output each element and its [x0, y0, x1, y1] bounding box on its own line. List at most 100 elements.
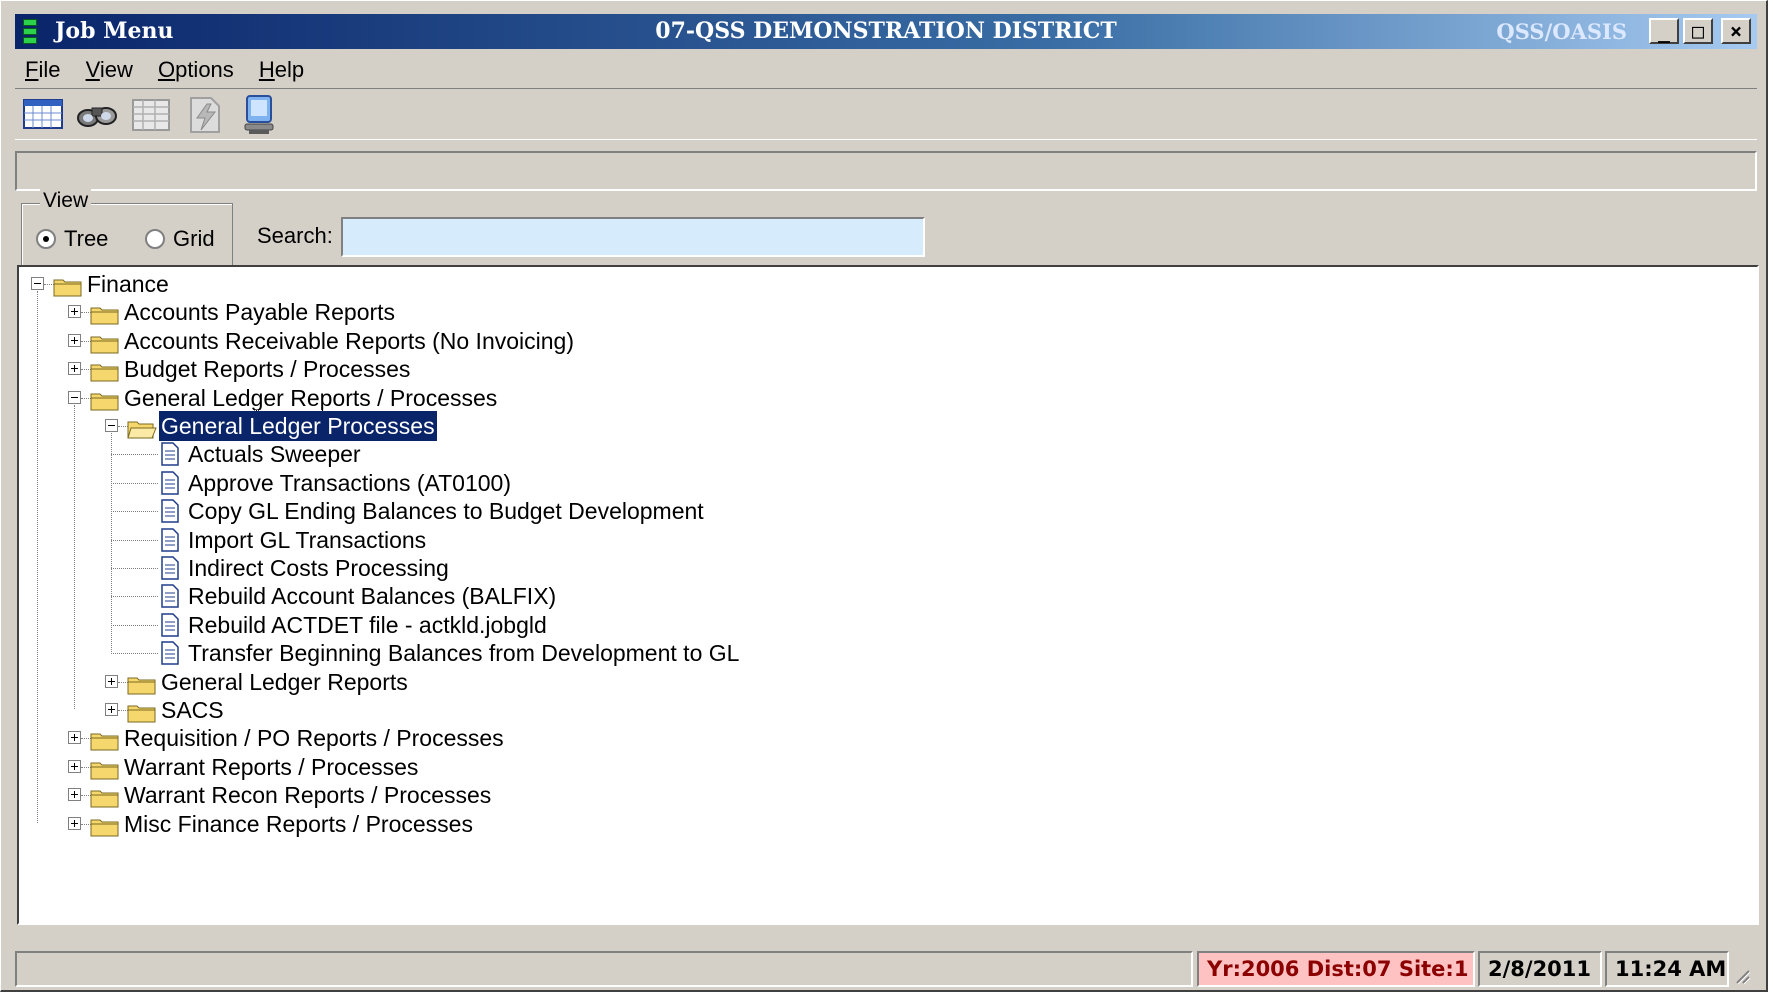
tree-node-label: Indirect Costs Processing: [188, 555, 449, 581]
tree-node-label: Copy GL Ending Balances to Budget Develo…: [188, 498, 704, 525]
tree-node-label: Approve Transactions (AT0100): [188, 469, 512, 496]
tree-node-label: Warrant Reports / Processes: [124, 753, 419, 780]
menu-help[interactable]: Help: [259, 53, 304, 87]
tree-job-node[interactable]: Approve Transactions (AT0100): [19, 468, 1719, 498]
view-group: View Tree Grid: [21, 189, 233, 267]
folder-icon: [90, 388, 120, 411]
tree-node-label: Import GL Transactions: [188, 526, 427, 553]
folder-icon: [90, 814, 120, 837]
tree-node-label: Budget Reports / Processes: [124, 356, 411, 383]
tree-folder-node[interactable]: Finance: [19, 269, 1719, 299]
tree-node-label: Rebuild ACTDET file - actkld.jobgld: [188, 611, 547, 638]
toolbar: [15, 88, 1757, 140]
tree-connector: [111, 539, 158, 542]
tree-connector: [111, 482, 158, 485]
title-bar[interactable]: Job Menu 07-QSS DEMONSTRATION DISTRICT Q…: [15, 14, 1757, 49]
document-icon: [160, 527, 180, 552]
lightning-document-icon[interactable]: [183, 94, 229, 136]
document-icon: [160, 471, 180, 495]
close-button[interactable]: ×: [1721, 18, 1751, 44]
computer-monitor-icon[interactable]: [237, 94, 283, 136]
tree-connector: [111, 624, 158, 627]
tree-folder-node[interactable]: Misc Finance Reports / Processes: [19, 809, 1719, 839]
grid-radio-label: Grid: [173, 226, 215, 251]
tree-job-node[interactable]: Rebuild Account Balances (BALFIX): [19, 581, 1719, 611]
expand-plus-icon[interactable]: [68, 816, 81, 830]
search-input[interactable]: [341, 217, 925, 257]
tree-radio[interactable]: Tree: [36, 226, 108, 252]
tree-job-node[interactable]: Copy GL Ending Balances to Budget Develo…: [19, 496, 1719, 526]
binoculars-icon[interactable]: [75, 94, 121, 136]
tree-node-label: Rebuild Account Balances (BALFIX): [188, 583, 557, 610]
collapse-minus-icon[interactable]: [31, 277, 44, 290]
tree-job-node[interactable]: Rebuild ACTDET file - actkld.jobgld: [19, 610, 1719, 640]
spreadsheet-icon[interactable]: [129, 94, 175, 136]
collapse-minus-icon[interactable]: [68, 390, 81, 404]
menu-view[interactable]: View: [86, 53, 133, 87]
expand-plus-icon[interactable]: [68, 362, 81, 376]
tree-folder-node[interactable]: Warrant Reports / Processes: [19, 752, 1719, 782]
tree-folder-node[interactable]: General Ledger Processes: [19, 410, 1719, 442]
radio-unselected-icon[interactable]: [145, 229, 165, 249]
tree-folder-node[interactable]: Accounts Payable Reports: [19, 297, 1719, 327]
tree-guide-line: [111, 433, 113, 653]
grid-radio[interactable]: Grid: [145, 226, 215, 252]
tree-folder-node[interactable]: Accounts Receivable Reports (No Invoicin…: [19, 326, 1719, 356]
document-icon: [160, 613, 180, 637]
maximize-button[interactable]: □: [1683, 18, 1713, 44]
radio-selected-icon[interactable]: [36, 229, 56, 249]
folder-icon: [127, 700, 157, 723]
tree-folder-node[interactable]: General Ledger Reports / Processes: [19, 383, 1719, 413]
expand-plus-icon[interactable]: [68, 731, 81, 745]
document-icon: [160, 584, 180, 609]
folder-icon: [90, 757, 120, 780]
tree-node-label: Accounts Payable Reports: [124, 299, 396, 326]
tree-job-node[interactable]: Indirect Costs Processing: [19, 553, 1719, 583]
tree-connector: [111, 511, 158, 513]
job-tree[interactable]: Finance Accounts Payable Reports Accounts …: [17, 265, 1759, 925]
tree-node-label: SACS: [161, 697, 224, 723]
tree-folder-node[interactable]: Requisition / PO Reports / Processes: [19, 723, 1719, 753]
tree-node-label: General Ledger Reports / Processes: [124, 384, 498, 411]
menu-file[interactable]: File: [25, 53, 60, 87]
tree-job-node[interactable]: Transfer Beginning Balances from Develop…: [19, 638, 1719, 668]
tree-node-label: General Ledger Processes: [158, 410, 438, 442]
expand-plus-icon[interactable]: [105, 674, 118, 688]
folder-icon: [90, 728, 120, 751]
tree-node-label: Requisition / PO Reports / Processes: [124, 725, 504, 752]
message-strip: [15, 151, 1757, 191]
tree-connector: [111, 596, 158, 598]
menu-bar: File View Options Help: [15, 53, 314, 87]
job-menu-window: Job Menu 07-QSS DEMONSTRATION DISTRICT Q…: [0, 0, 1768, 992]
status-date-pane: 2/8/2011: [1478, 951, 1602, 987]
folder-icon: [127, 672, 157, 695]
minimize-button[interactable]: _: [1649, 18, 1679, 44]
tree-connector: [111, 568, 158, 570]
tree-folder-node[interactable]: SACS: [19, 695, 1719, 725]
expand-plus-icon[interactable]: [68, 333, 81, 347]
tree-connector: [111, 454, 158, 456]
document-icon: [160, 556, 180, 580]
folder-icon: [90, 331, 120, 354]
tree-job-node[interactable]: Actuals Sweeper: [19, 439, 1719, 469]
search-label: Search:: [257, 223, 333, 248]
folder-icon: [90, 785, 120, 808]
collapse-minus-icon[interactable]: [105, 419, 118, 432]
tree-node-label: Misc Finance Reports / Processes: [124, 810, 473, 837]
document-icon: [160, 442, 180, 467]
expand-plus-icon[interactable]: [68, 788, 81, 802]
expand-plus-icon[interactable]: [68, 305, 81, 319]
resize-grip-icon[interactable]: [1731, 965, 1751, 985]
tree-folder-node[interactable]: General Ledger Reports: [19, 667, 1719, 697]
expand-plus-icon[interactable]: [68, 759, 81, 773]
tree-folder-node[interactable]: Warrant Recon Reports / Processes: [19, 780, 1719, 810]
tree-guide-line: [74, 404, 76, 709]
view-group-label: View: [40, 189, 92, 213]
tree-job-node[interactable]: Import GL Transactions: [19, 525, 1719, 555]
calendar-grid-icon[interactable]: [21, 94, 67, 136]
tree-node-label: Finance: [87, 271, 169, 297]
document-icon: [160, 641, 180, 665]
tree-folder-node[interactable]: Budget Reports / Processes: [19, 354, 1719, 384]
menu-options[interactable]: Options: [158, 53, 234, 87]
expand-plus-icon[interactable]: [105, 703, 118, 716]
